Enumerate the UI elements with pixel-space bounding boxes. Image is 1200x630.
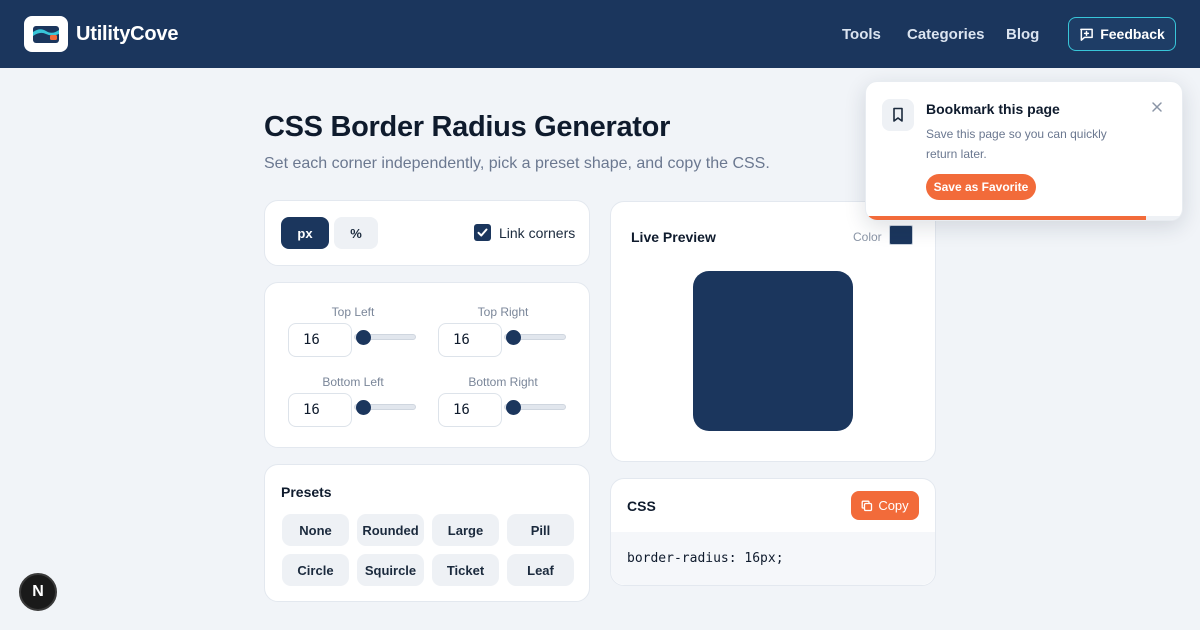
preset-none-button[interactable]: None xyxy=(282,514,349,546)
preset-pill-button[interactable]: Pill xyxy=(507,514,574,546)
preset-large-button[interactable]: Large xyxy=(432,514,499,546)
copy-button[interactable]: Copy xyxy=(851,491,919,520)
page-subtitle: Set each corner independently, pick a pr… xyxy=(264,155,770,172)
units-card: px % Link corners xyxy=(264,200,590,266)
brand-name[interactable]: UtilityCove xyxy=(76,23,178,46)
bookmark-icon xyxy=(893,107,903,122)
css-code-block: border-radius: 16px; xyxy=(611,532,935,585)
top-left-input[interactable]: 16 xyxy=(288,323,352,357)
css-title: CSS xyxy=(627,498,656,514)
top-left-slider-handle[interactable] xyxy=(356,330,371,345)
corners-card: Top Left 16 Top Right 16 Bottom Left 16 … xyxy=(264,282,590,448)
close-icon[interactable] xyxy=(1150,100,1164,114)
bottom-left-input[interactable]: 16 xyxy=(288,393,352,427)
top-header: UtilityCove Tools Categories Blog Feedba… xyxy=(0,0,1200,68)
toast-title: Bookmark this page xyxy=(926,101,1060,117)
feedback-label: Feedback xyxy=(1100,26,1165,42)
toast-icon-box xyxy=(882,99,914,131)
presets-title: Presets xyxy=(281,484,332,500)
preset-rounded-button[interactable]: Rounded xyxy=(357,514,424,546)
link-corners-label[interactable]: Link corners xyxy=(499,225,575,241)
page-title: CSS Border Radius Generator xyxy=(264,111,671,143)
bottom-right-input[interactable]: 16 xyxy=(438,393,502,427)
nav-tools[interactable]: Tools xyxy=(842,26,881,43)
toast-timer-bar xyxy=(866,216,1146,220)
bottom-right-slider-handle[interactable] xyxy=(506,400,521,415)
preview-card: Live Preview Color xyxy=(610,201,936,462)
presets-card: Presets None Rounded Large Pill Circle S… xyxy=(264,464,590,602)
bottom-right-label: Bottom Right xyxy=(468,375,538,389)
preview-shape xyxy=(693,271,853,431)
top-right-label: Top Right xyxy=(477,305,529,319)
bottom-left-label: Bottom Left xyxy=(322,375,384,389)
dev-tools-badge[interactable]: N xyxy=(19,573,57,611)
bookmark-toast: Bookmark this page Save this page so you… xyxy=(865,81,1183,221)
nav-blog[interactable]: Blog xyxy=(1006,26,1039,43)
save-favorite-button[interactable]: Save as Favorite xyxy=(926,174,1036,200)
color-picker[interactable] xyxy=(889,225,913,245)
copy-icon xyxy=(861,500,873,511)
preset-leaf-button[interactable]: Leaf xyxy=(507,554,574,586)
checkmark-icon xyxy=(477,228,488,237)
color-label: Color xyxy=(853,230,882,244)
toast-message: Save this page so you can quickly return… xyxy=(926,127,1107,161)
preset-ticket-button[interactable]: Ticket xyxy=(432,554,499,586)
message-plus-icon xyxy=(1080,28,1094,41)
css-code-text[interactable]: border-radius: 16px; xyxy=(627,551,784,566)
brand-logo[interactable] xyxy=(24,16,68,52)
preset-circle-button[interactable]: Circle xyxy=(282,554,349,586)
preset-squircle-button[interactable]: Squircle xyxy=(357,554,424,586)
unit-percent-button[interactable]: % xyxy=(334,217,378,249)
bottom-left-slider-handle[interactable] xyxy=(356,400,371,415)
nav-categories[interactable]: Categories xyxy=(907,26,985,43)
copy-label: Copy xyxy=(878,498,909,513)
toast-timer-track xyxy=(866,216,1182,220)
top-right-slider-handle[interactable] xyxy=(506,330,521,345)
unit-px-button[interactable]: px xyxy=(281,217,329,249)
link-corners-checkbox[interactable] xyxy=(474,224,491,241)
feedback-button[interactable]: Feedback xyxy=(1068,17,1176,51)
css-output-card: CSS Copy border-radius: 16px; xyxy=(610,478,936,586)
preview-title: Live Preview xyxy=(631,229,716,245)
top-left-label: Top Left xyxy=(331,305,375,319)
top-right-input[interactable]: 16 xyxy=(438,323,502,357)
wallet-logo-icon xyxy=(33,26,59,43)
